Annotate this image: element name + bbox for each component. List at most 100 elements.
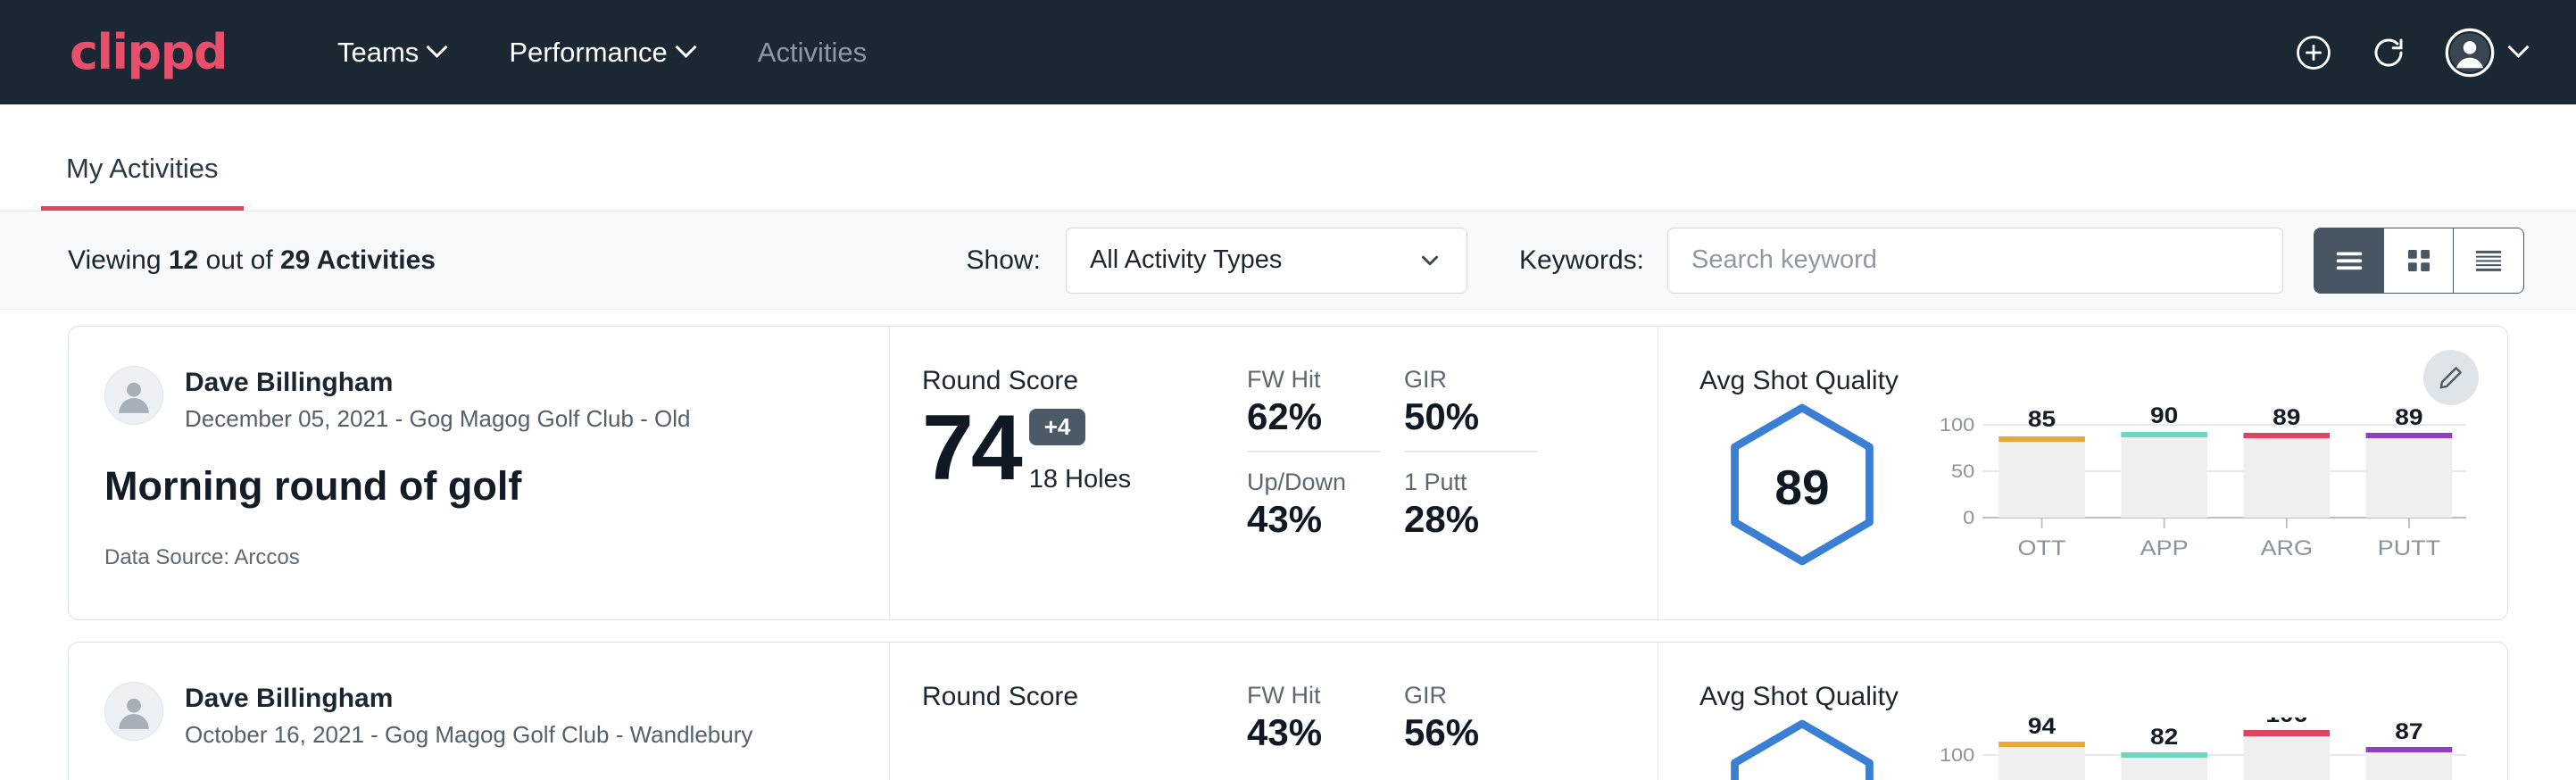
activity-data-source: Data Source: Arccos: [104, 545, 853, 570]
y-tick-50: 50: [1951, 461, 1974, 481]
stat-label: GIR: [1404, 682, 1545, 709]
y-tick-100: 100: [1940, 414, 1974, 435]
stat-up-down: Up/Down 43%: [1247, 469, 1404, 541]
viewing-count: 12: [169, 245, 198, 275]
round-score-value: 74: [922, 402, 1020, 494]
chevron-down-icon: [1417, 247, 1443, 274]
bar-label-arg: ARG: [2261, 536, 2313, 560]
stat-fw-hit: FW Hit 62%: [1247, 366, 1404, 438]
avg-shot-quality-hexagon: [1699, 718, 1905, 780]
nav-item-activities[interactable]: Activities: [726, 37, 899, 69]
search-input[interactable]: [1691, 245, 2259, 275]
activity-card-summary: Dave Billingham December 05, 2021 - Gog …: [69, 327, 890, 619]
avg-shot-quality-value: 89: [1724, 402, 1881, 572]
grid-view-icon: [2403, 245, 2435, 277]
viewing-total: 29 Activities: [280, 245, 436, 275]
view-toggle-list[interactable]: [2314, 228, 2384, 293]
primary-nav-links: Teams Performance Activities: [305, 37, 899, 69]
score-to-par-badge: +4: [1029, 409, 1086, 445]
page-tab-bar: My Activities: [0, 104, 2576, 212]
divider: [1404, 451, 1538, 452]
activity-meta: December 05, 2021 - Gog Magog Golf Club …: [185, 405, 691, 433]
avg-shot-quality-hexagon: 89: [1699, 402, 1905, 572]
view-toggle-grid[interactable]: [2384, 228, 2454, 293]
activity-meta: October 16, 2021 - Gog Magog Golf Club -…: [185, 721, 752, 749]
chevron-down-icon: [675, 37, 696, 58]
activity-type-select[interactable]: All Activity Types: [1066, 228, 1467, 294]
stat-value: 62%: [1247, 395, 1388, 438]
nav-item-teams[interactable]: Teams: [305, 37, 477, 69]
avg-shot-quality-label: Avg Shot Quality: [1699, 682, 2466, 712]
y-tick-100: 100: [1940, 744, 1974, 765]
stat-value: 28%: [1404, 498, 1545, 541]
chevron-down-icon: [2507, 37, 2529, 58]
stat-one-putt: 1 Putt 28%: [1404, 469, 1561, 541]
person-icon: [109, 370, 159, 420]
tab-my-activities-label: My Activities: [66, 153, 219, 184]
stat-label: GIR: [1404, 366, 1545, 394]
filter-toolbar: Viewing 12 out of 29 Activities Show: Al…: [0, 212, 2576, 310]
view-toggle-compact[interactable]: [2454, 228, 2523, 293]
activity-author: Dave Billingham October 16, 2021 - Gog M…: [104, 682, 853, 749]
stat-fw-hit: FW Hit 43%: [1247, 682, 1404, 754]
nav-item-performance[interactable]: Performance: [477, 37, 725, 69]
stat-value: 43%: [1247, 711, 1388, 754]
activity-author: Dave Billingham December 05, 2021 - Gog …: [104, 366, 853, 433]
chevron-down-icon: [427, 37, 448, 58]
bar-arg: 106: [2243, 718, 2330, 780]
shot-quality-bar-chart: 100 50 0 85 OTT: [1905, 402, 2466, 576]
divider: [1247, 451, 1381, 452]
avg-shot-quality-section: Avg Shot Quality 89: [1658, 327, 2507, 619]
brand-logo[interactable]: clippd: [70, 24, 227, 80]
activity-card[interactable]: Dave Billingham October 16, 2021 - Gog M…: [68, 642, 2508, 780]
shot-quality-bar-chart: 100 94 82: [1905, 718, 2466, 780]
stat-gir: GIR 50%: [1404, 366, 1561, 438]
bar-value-app: 90: [2150, 402, 2178, 427]
bar-label-putt: PUTT: [2378, 536, 2440, 560]
bar-value-ott: 94: [2028, 718, 2056, 739]
activity-card[interactable]: Dave Billingham December 05, 2021 - Gog …: [68, 326, 2508, 620]
stat-label: 1 Putt: [1404, 469, 1545, 496]
holes-played: 18 Holes: [1029, 465, 1131, 494]
round-score-label: Round Score: [922, 682, 1247, 712]
tab-my-activities[interactable]: My Activities: [41, 153, 244, 211]
edit-activity-button[interactable]: [2423, 350, 2479, 405]
bar-ott: 94: [1998, 718, 2085, 780]
avg-shot-quality-label: Avg Shot Quality: [1699, 366, 2466, 396]
person-icon: [109, 686, 159, 736]
bar-app: 82: [2121, 724, 2207, 780]
viewing-mid: out of: [206, 245, 273, 275]
stat-label: FW Hit: [1247, 366, 1388, 394]
round-score-section: Round Score 74 +4 18 Holes: [890, 327, 1247, 619]
bar-label-app: APP: [2140, 536, 2189, 560]
stat-label: FW Hit: [1247, 682, 1388, 709]
pencil-icon: [2438, 364, 2464, 391]
bar-value-putt: 87: [2395, 718, 2422, 743]
stat-value: 56%: [1404, 711, 1545, 754]
refresh-icon[interactable]: [2370, 34, 2407, 71]
bar-value-ott: 85: [2028, 406, 2056, 431]
author-name: Dave Billingham: [185, 682, 752, 716]
keywords-label: Keywords:: [1519, 245, 1644, 276]
bar-value-arg: 106: [2265, 718, 2307, 727]
bar-arg: 89 ARG: [2243, 404, 2330, 560]
account-menu[interactable]: [2445, 28, 2526, 78]
y-tick-0: 0: [1963, 507, 1974, 527]
compact-view-icon: [2472, 244, 2505, 278]
search-input-wrapper[interactable]: [1667, 228, 2283, 294]
nav-item-activities-label: Activities: [758, 37, 867, 69]
nav-item-teams-label: Teams: [337, 37, 419, 69]
author-name: Dave Billingham: [185, 366, 691, 400]
activity-card-summary: Dave Billingham October 16, 2021 - Gog M…: [69, 643, 890, 780]
round-score-label: Round Score: [922, 366, 1247, 396]
viewing-prefix: Viewing: [68, 245, 162, 275]
bar-putt: 87: [2366, 718, 2453, 780]
activity-title: Morning round of golf: [104, 463, 853, 510]
bar-chart-svg: 100 50 0 85 OTT: [1924, 402, 2466, 571]
bar-putt: 89 PUTT: [2366, 404, 2453, 560]
stat-gir: GIR 56%: [1404, 682, 1561, 754]
stat-label: Up/Down: [1247, 469, 1388, 496]
plus-circle-icon[interactable]: [2295, 34, 2332, 71]
bar-value-app: 82: [2150, 724, 2178, 749]
view-mode-toggle-group: [2314, 228, 2524, 294]
